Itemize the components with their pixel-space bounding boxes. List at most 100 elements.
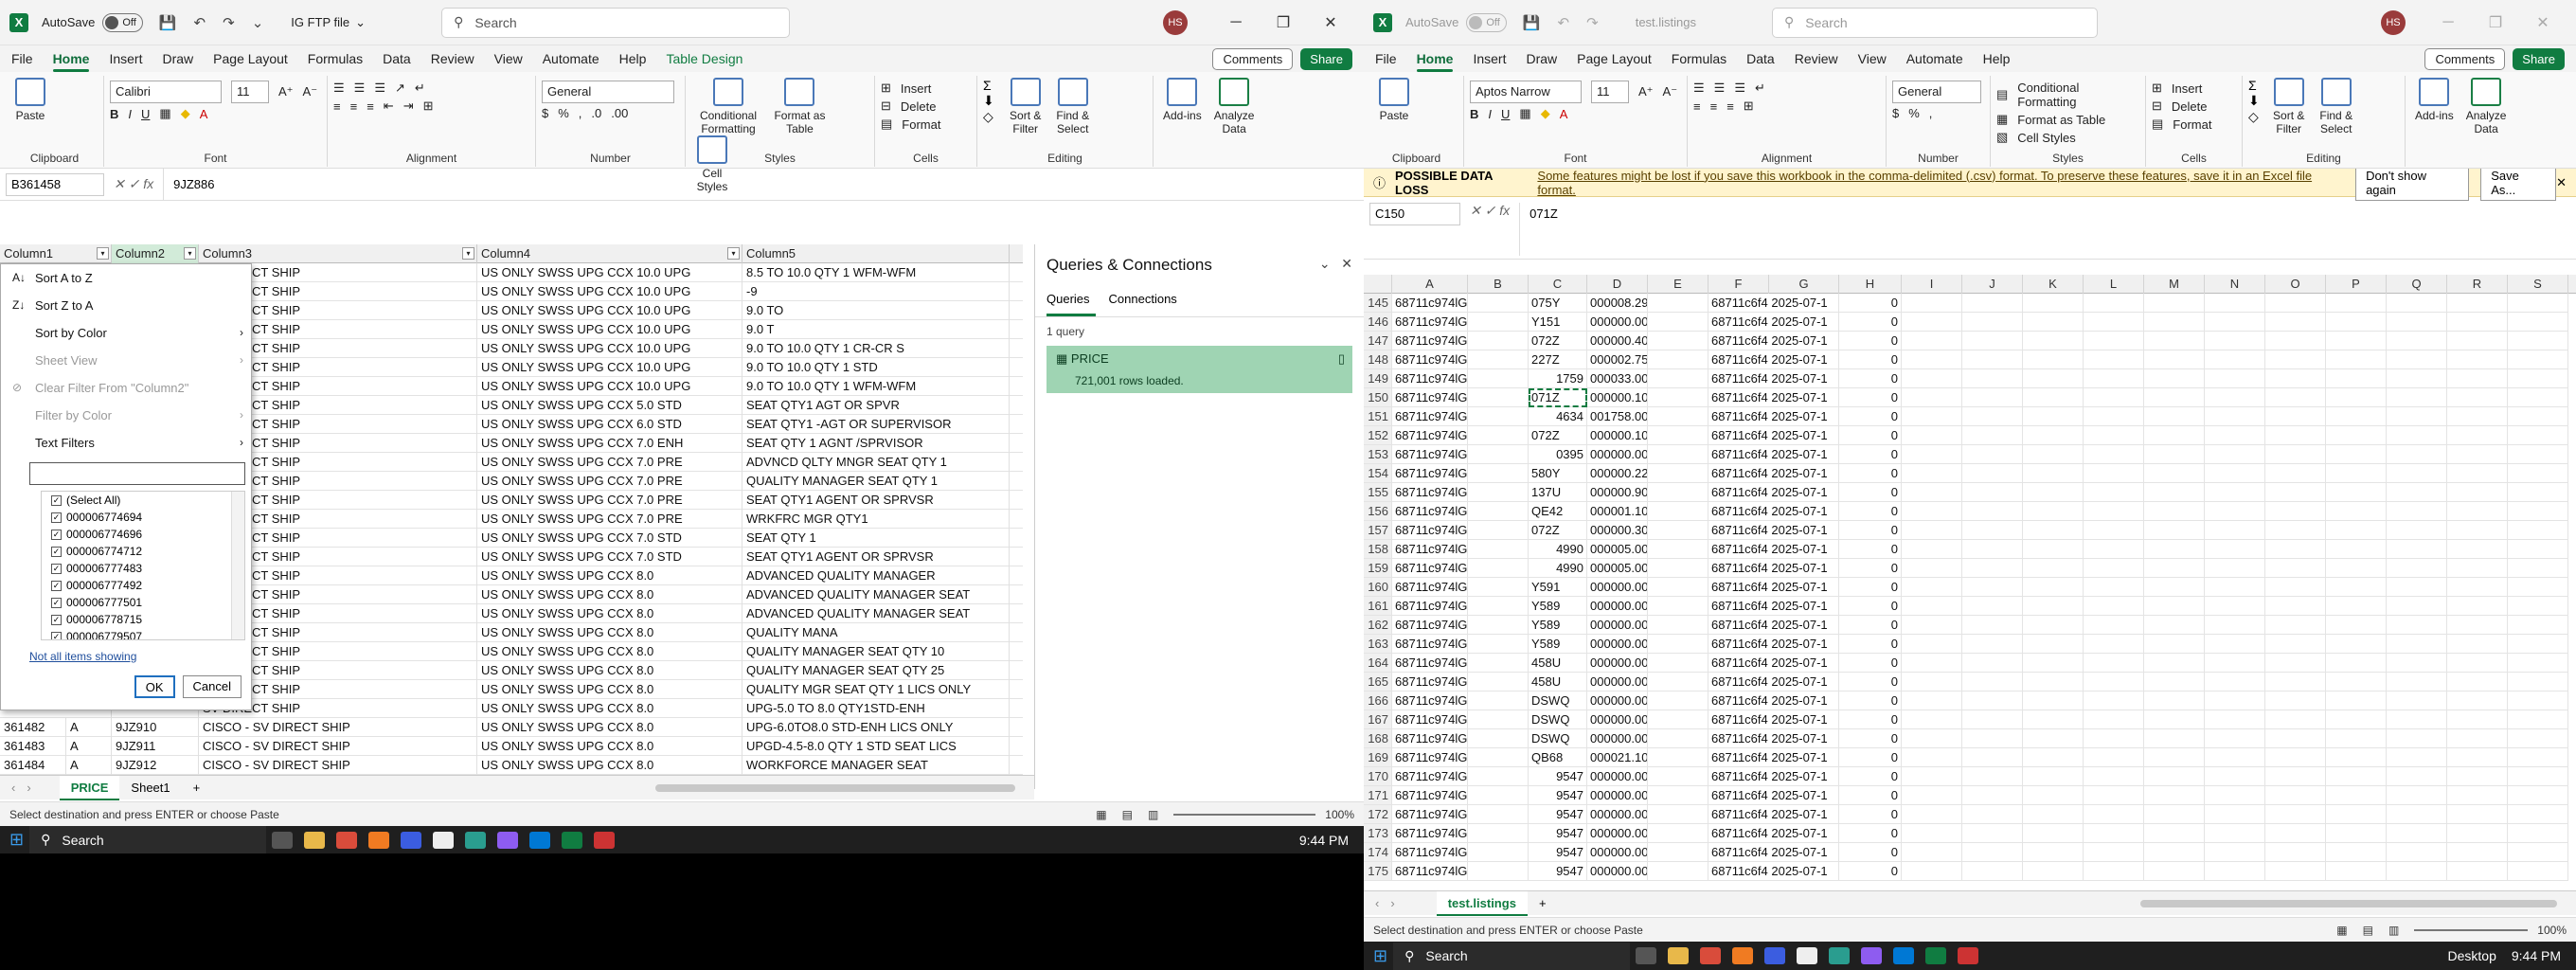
table-cell[interactable] <box>1962 464 2023 483</box>
table-cell[interactable] <box>2023 843 2084 862</box>
table-cell[interactable] <box>2508 786 2568 805</box>
table-cell[interactable] <box>2508 521 2568 540</box>
table-cell[interactable]: -9 <box>742 282 1010 301</box>
table-cell[interactable] <box>2023 710 2084 729</box>
fx-icon[interactable]: ✕ ✓ fx <box>1470 203 1510 219</box>
ok-button[interactable]: OK <box>134 675 175 698</box>
table-cell[interactable] <box>2084 597 2144 616</box>
fill-color-icon[interactable]: ◆ <box>1541 106 1550 121</box>
table-cell[interactable] <box>1902 426 1962 445</box>
table-cell[interactable] <box>2508 445 2568 464</box>
table-row[interactable]: 145 68711c974lG 075Y 000008.29 68711c6f4 202… <box>1364 294 2576 313</box>
save-icon[interactable]: 💾 <box>159 14 177 31</box>
table-cell[interactable]: US ONLY SWSS UPG CCX 7.0 PRE <box>477 453 742 472</box>
table-row[interactable]: 158 68711c974lG 4990 000005.00 68711c6f4 202… <box>1364 540 2576 559</box>
table-cell[interactable]: 68711c6f4 2025-07-1 <box>1708 483 1839 502</box>
table-cell[interactable] <box>1468 521 1529 540</box>
table-cell[interactable] <box>2023 692 2084 710</box>
table-cell[interactable]: 000002.75 <box>1587 350 1648 369</box>
table-cell[interactable]: ADVANCED QUALITY MANAGER SEAT <box>742 604 1010 623</box>
table-cell[interactable]: 000033.00 <box>1587 369 1648 388</box>
clock-app-icon[interactable] <box>433 831 455 849</box>
table-cell[interactable]: 000000.00 <box>1587 824 1648 843</box>
table-cell[interactable] <box>1648 313 1708 332</box>
table-cell[interactable] <box>2387 350 2447 369</box>
table-cell[interactable] <box>2447 824 2508 843</box>
table-cell[interactable]: 9547 <box>1529 862 1587 881</box>
tab-page-layout[interactable]: Page Layout <box>1577 47 1652 70</box>
table-cell[interactable] <box>2084 729 2144 748</box>
table-cell[interactable] <box>1648 388 1708 407</box>
table-cell[interactable]: 0 <box>1839 426 1902 445</box>
table-cell[interactable] <box>2447 313 2508 332</box>
table-cell[interactable] <box>2265 313 2326 332</box>
table-cell[interactable]: 9.0 TO 10.0 QTY 1 CR-CR S <box>742 339 1010 358</box>
table-row[interactable]: 149 68711c974lG 1759 000033.00 68711c6f4 202… <box>1364 369 2576 388</box>
align-right-icon[interactable]: ≡ <box>367 99 374 114</box>
tab-automate[interactable]: Automate <box>1906 47 1963 70</box>
table-cell[interactable] <box>2447 350 2508 369</box>
table-cell[interactable] <box>2084 483 2144 502</box>
column-header[interactable]: Column5 <box>742 244 1010 263</box>
table-cell[interactable] <box>2326 388 2387 407</box>
table-cell[interactable] <box>1468 313 1529 332</box>
table-cell[interactable] <box>2205 729 2265 748</box>
tab-formulas[interactable]: Formulas <box>308 47 363 70</box>
table-row[interactable]: 166 68711c974lG DSWQ 000000.00 68711c6f4 202… <box>1364 692 2576 710</box>
table-cell[interactable]: 68711c6f4 2025-07-1 <box>1708 597 1839 616</box>
table-cell[interactable] <box>2144 407 2205 426</box>
table-cell[interactable]: 68711c974lG <box>1392 824 1468 843</box>
table-cell[interactable] <box>2144 597 2205 616</box>
table-cell[interactable] <box>2447 483 2508 502</box>
table-cell[interactable] <box>1648 350 1708 369</box>
table-cell[interactable] <box>2205 559 2265 578</box>
table-cell[interactable]: US ONLY SWSS UPG CCX 10.0 UPG <box>477 358 742 377</box>
zoom-level[interactable]: 100% <box>1325 808 1354 821</box>
table-cell[interactable] <box>1902 313 1962 332</box>
table-cell[interactable] <box>1902 729 1962 748</box>
sheet-tab-price[interactable]: PRICE <box>59 775 120 800</box>
table-cell[interactable]: US ONLY SWSS UPG CCX 8.0 <box>477 680 742 699</box>
merge-icon[interactable]: ⊞ <box>423 99 434 114</box>
column-header[interactable]: K <box>2023 275 2084 294</box>
table-cell[interactable] <box>2508 843 2568 862</box>
table-cell[interactable] <box>1902 388 1962 407</box>
table-cell[interactable]: QUALITY MGR SEAT QTY 1 LICS ONLY <box>742 680 1010 699</box>
table-cell[interactable]: 68711c6f4 2025-07-1 <box>1708 748 1839 767</box>
table-cell[interactable] <box>2205 635 2265 654</box>
table-cell[interactable] <box>1902 843 1962 862</box>
table-cell[interactable] <box>1468 824 1529 843</box>
restore-icon[interactable]: ❐ <box>1260 13 1307 32</box>
clear-icon[interactable]: ◇ <box>983 109 994 125</box>
table-cell[interactable] <box>2144 559 2205 578</box>
filter-value-item[interactable]: ✓ 000006777483 <box>42 560 244 577</box>
table-cell[interactable]: 0 <box>1839 350 1902 369</box>
table-cell[interactable] <box>2387 654 2447 673</box>
table-cell[interactable] <box>1962 578 2023 597</box>
table-cell[interactable]: 000000.00 <box>1587 805 1648 824</box>
tab-data[interactable]: Data <box>1746 47 1775 70</box>
table-cell[interactable] <box>2508 388 2568 407</box>
table-cell[interactable] <box>2084 710 2144 729</box>
table-cell[interactable]: 68711c6f4 2025-07-1 <box>1708 862 1839 881</box>
table-cell[interactable]: 68711c6f4 2025-07-1 <box>1708 407 1839 426</box>
table-cell[interactable] <box>2326 843 2387 862</box>
add-ins-button[interactable]: Add-ins <box>2415 78 2454 122</box>
column-header[interactable]: G <box>1769 275 1839 294</box>
table-cell[interactable] <box>1468 843 1529 862</box>
table-cell[interactable] <box>2023 635 2084 654</box>
filter-dropdown-icon[interactable]: ▾ <box>462 247 474 260</box>
table-cell[interactable] <box>2144 786 2205 805</box>
column-header[interactable]: M <box>2144 275 2205 294</box>
table-cell[interactable]: 000000.00 <box>1587 673 1648 692</box>
table-cell[interactable] <box>2326 521 2387 540</box>
table-cell[interactable] <box>1648 578 1708 597</box>
shrink-font-icon[interactable]: A⁻ <box>1663 84 1678 99</box>
column-header[interactable]: O <box>2265 275 2326 294</box>
table-cell[interactable] <box>1468 540 1529 559</box>
currency-icon[interactable]: $ <box>542 106 548 120</box>
table-cell[interactable]: 0 <box>1839 597 1902 616</box>
table-cell[interactable]: QE42 <box>1529 502 1587 521</box>
tab-page-layout[interactable]: Page Layout <box>213 47 288 70</box>
minimize-icon[interactable]: ─ <box>1212 14 1260 31</box>
